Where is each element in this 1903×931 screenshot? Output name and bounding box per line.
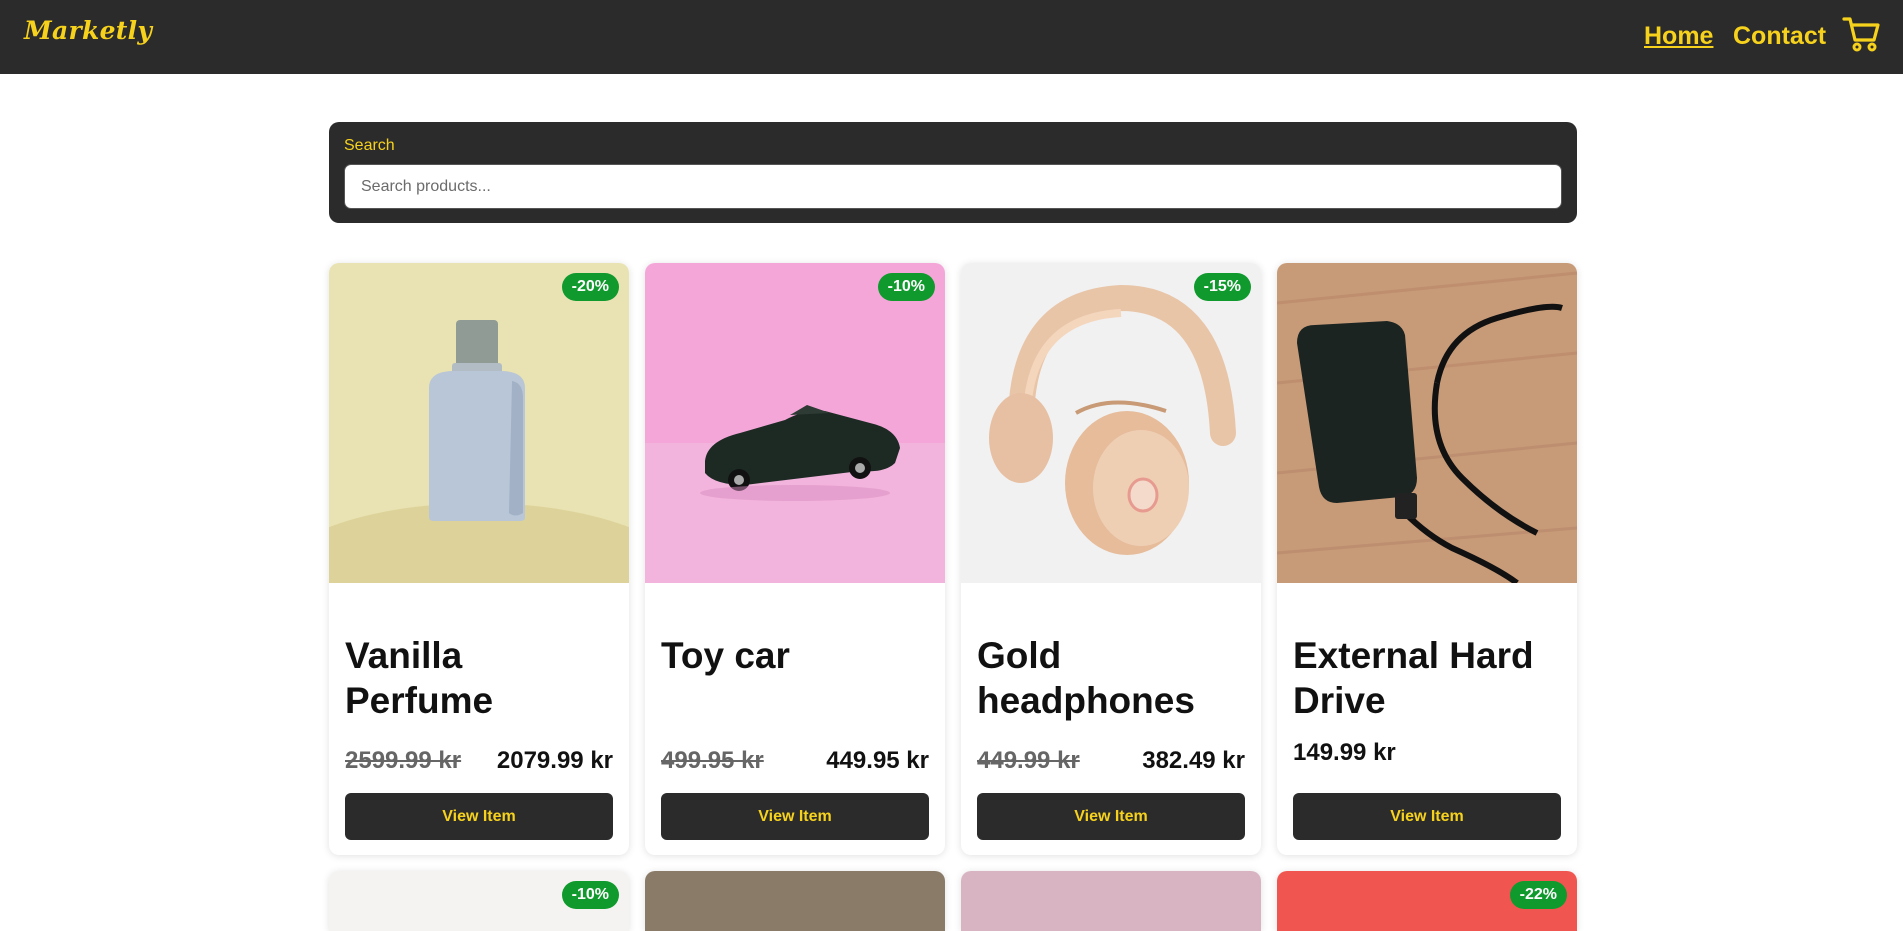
original-price: 499.95 kr bbox=[661, 747, 764, 774]
original-price: 449.99 kr bbox=[977, 747, 1080, 774]
product-card: -10% Toy car 499.95 kr 449.95 kr View It… bbox=[645, 263, 945, 855]
headphones-image[interactable] bbox=[961, 263, 1261, 583]
discount-badge: -15% bbox=[1193, 273, 1251, 301]
search-label: Search bbox=[344, 137, 395, 154]
top-navbar: Marketly Home Contact bbox=[0, 0, 1903, 74]
product-card bbox=[645, 871, 945, 931]
discount-badge: -20% bbox=[561, 273, 619, 301]
discounted-price: 449.95 kr bbox=[826, 747, 929, 774]
view-item-button[interactable]: View Item bbox=[977, 793, 1245, 840]
discount-badge: -10% bbox=[877, 273, 935, 301]
product-title: Gold headphones bbox=[977, 635, 1195, 721]
product-card: External Hard Drive 149.99 kr View Item bbox=[1277, 263, 1577, 855]
product-card: -20% Vanilla Perfume 2599.99 kr 2079.99 … bbox=[329, 263, 629, 855]
discounted-price: 2079.99 kr bbox=[496, 747, 613, 774]
search-panel: Search bbox=[329, 122, 1577, 223]
view-item-button[interactable]: View Item bbox=[661, 793, 929, 840]
product-title: Toy car bbox=[661, 635, 790, 676]
product-card: -10% bbox=[329, 871, 629, 931]
view-item-button[interactable]: View Item bbox=[1293, 793, 1561, 840]
hard-drive-image[interactable] bbox=[1277, 263, 1577, 583]
cart-icon[interactable] bbox=[1842, 14, 1882, 54]
product-card bbox=[961, 871, 1261, 931]
product-card: -22% bbox=[1277, 871, 1577, 931]
product-title: Vanilla Perfume bbox=[345, 635, 494, 721]
view-item-button[interactable]: View Item bbox=[345, 793, 613, 840]
nav-contact-link[interactable]: Contact bbox=[1733, 22, 1826, 51]
product-price: 149.99 kr bbox=[1293, 739, 1396, 766]
discounted-price: 382.49 kr bbox=[1142, 747, 1245, 774]
logo[interactable]: Marketly bbox=[24, 16, 152, 45]
product-card: -15% Gold headphones 449.99 kr 382.49 kr… bbox=[961, 263, 1261, 855]
nav-home-link[interactable]: Home bbox=[1644, 22, 1713, 51]
original-price: 2599.99 kr bbox=[345, 747, 462, 774]
search-input[interactable] bbox=[344, 164, 1562, 209]
toy-car-image[interactable] bbox=[645, 263, 945, 583]
perfume-bottle-image[interactable] bbox=[329, 263, 629, 583]
product-title: External Hard Drive bbox=[1293, 635, 1534, 721]
